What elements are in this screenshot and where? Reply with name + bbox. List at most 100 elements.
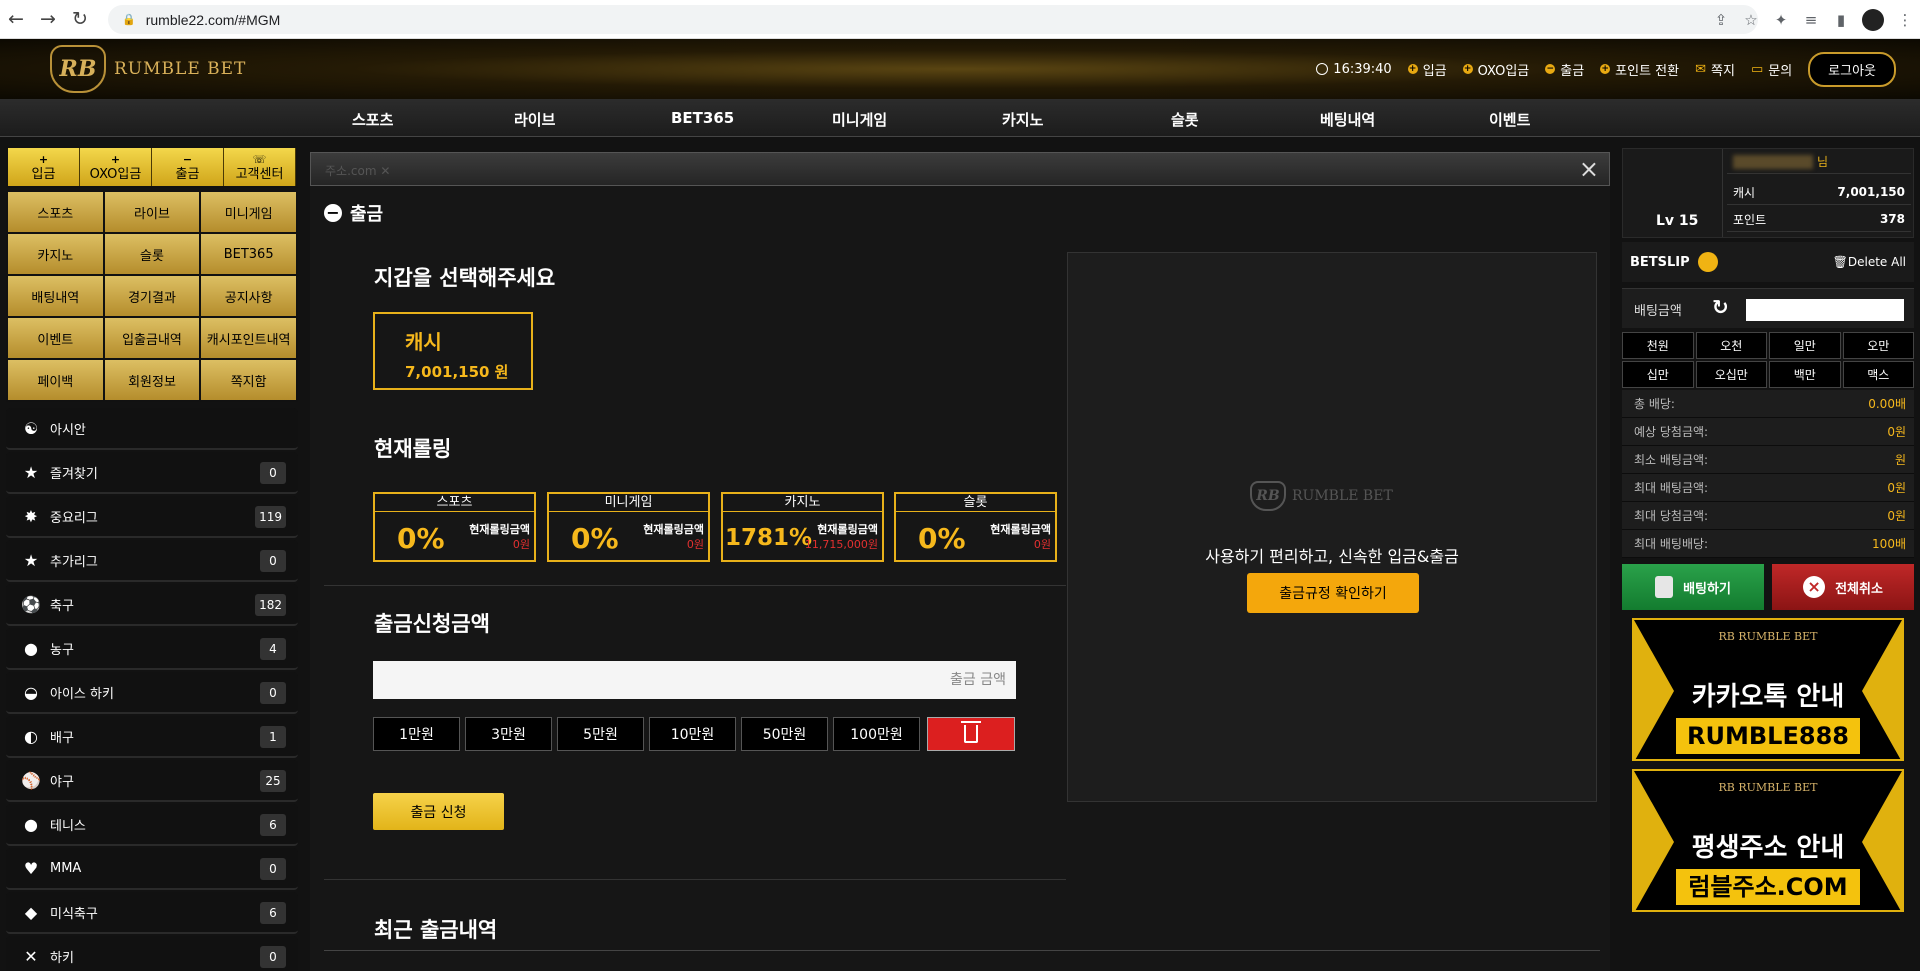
place-bet-label: 배팅하기: [1683, 581, 1731, 597]
withdraw-submit-button[interactable]: 출금 신청: [373, 793, 504, 830]
quick-amount-10k[interactable]: 1만원: [373, 717, 460, 751]
level-text: Lv 15: [1656, 213, 1699, 229]
sport-item[interactable]: ☯ 아시안: [6, 408, 298, 450]
menu-grid-item[interactable]: 페이백: [8, 360, 103, 400]
bet-chip[interactable]: 백만: [1769, 361, 1841, 388]
media-icon[interactable]: ≡: [1796, 11, 1826, 29]
nav-slot[interactable]: 슬롯: [1171, 109, 1199, 130]
header-link-point-convert[interactable]: + 포인트 전환: [1600, 60, 1679, 79]
forward-icon[interactable]: →: [32, 0, 64, 39]
logo-badge: RB: [1250, 481, 1286, 511]
menu-grid-item[interactable]: BET365: [201, 234, 296, 274]
place-bet-button[interactable]: 배팅하기: [1622, 564, 1764, 610]
menu-grid-item[interactable]: 슬롯: [104, 234, 200, 274]
nav-event[interactable]: 이벤트: [1489, 109, 1530, 130]
header-link-withdraw[interactable]: − 출금: [1545, 60, 1584, 79]
menu-grid-item[interactable]: 회원정보: [104, 360, 200, 400]
menu-grid-item[interactable]: 공지사항: [201, 276, 296, 316]
profile-avatar[interactable]: [1862, 8, 1884, 31]
menu-kebab-icon[interactable]: ⋮: [1890, 11, 1920, 29]
sport-name: 배구: [50, 730, 74, 746]
extensions-icon[interactable]: ✦: [1766, 11, 1796, 29]
header-link-oxo-deposit[interactable]: + OXO입금: [1462, 60, 1529, 79]
sport-icon: ⚽: [21, 594, 41, 614]
sport-icon: ●: [24, 814, 38, 834]
quick-amount-30k[interactable]: 3만원: [465, 717, 552, 751]
nav-bet-history[interactable]: 베팅내역: [1320, 109, 1375, 130]
header-link-deposit[interactable]: + 입금: [1407, 60, 1447, 79]
bet-amount-input[interactable]: [1746, 299, 1904, 321]
site-logo[interactable]: RB RUMBLE BET: [50, 45, 246, 93]
bet-chip[interactable]: 오천: [1695, 332, 1767, 359]
nav-sports[interactable]: 스포츠: [352, 109, 393, 130]
sport-item[interactable]: ● 농구 4: [6, 628, 298, 670]
wallet-card-cash[interactable]: 캐시 7,001,150 원: [373, 312, 533, 390]
header-link-inquiry[interactable]: ▭ 문의: [1751, 60, 1792, 79]
close-icon[interactable]: ×: [1579, 155, 1599, 183]
nav-bet365[interactable]: BET365: [671, 109, 734, 127]
menu-grid-item[interactable]: 배팅내역: [8, 276, 103, 316]
url-text: rumble22.com/#MGM: [145, 11, 281, 28]
menu-grid-item[interactable]: 스포츠: [8, 192, 103, 232]
sport-name: 아시안: [50, 422, 86, 438]
menu-grid-item[interactable]: 입출금내역: [104, 318, 200, 358]
back-icon[interactable]: ←: [0, 0, 32, 39]
clear-amount-button[interactable]: [927, 717, 1015, 751]
sidepanel-icon[interactable]: ▮: [1826, 11, 1856, 29]
sport-item[interactable]: ✸ 중요리그 119: [6, 496, 298, 538]
sport-item[interactable]: ♥ MMA 0: [6, 848, 298, 890]
sport-count: 6: [260, 814, 286, 836]
stat-value: 0원: [1887, 509, 1906, 523]
quick-support-button[interactable]: ☏ 고객센터: [224, 148, 296, 186]
sport-item[interactable]: ★ 추가리그 0: [6, 540, 298, 582]
header-link-message[interactable]: ✉ 쪽지: [1695, 60, 1735, 79]
bet-chip[interactable]: 천원: [1622, 332, 1694, 359]
logo-text: RUMBLE BET: [114, 59, 247, 79]
quick-amount-100k[interactable]: 10만원: [649, 717, 736, 751]
quick-deposit-button[interactable]: + 입금: [8, 148, 80, 186]
quick-amount-500k[interactable]: 50만원: [741, 717, 828, 751]
menu-grid-item[interactable]: 캐시포인트내역: [201, 318, 296, 358]
address-bar[interactable]: 🔒 rumble22.com/#MGM: [108, 5, 1758, 34]
sport-item[interactable]: ◐ 배구 1: [6, 716, 298, 758]
withdraw-rules-button[interactable]: 출금규정 확인하기: [1247, 573, 1419, 613]
sport-item[interactable]: ⚽ 축구 182: [6, 584, 298, 626]
bet-chip[interactable]: 오십만: [1695, 361, 1767, 388]
menu-grid-item[interactable]: 미니게임: [201, 192, 296, 232]
menu-grid-item[interactable]: 카지노: [8, 234, 103, 274]
cancel-all-button[interactable]: × 전체취소: [1772, 564, 1914, 610]
sport-item[interactable]: ★ 즐겨찾기 0: [6, 452, 298, 494]
sport-name: MMA: [50, 860, 82, 876]
nav-minigame[interactable]: 미니게임: [832, 109, 887, 130]
sport-item[interactable]: ● 테니스 6: [6, 804, 298, 846]
sport-item[interactable]: ⚾ 야구 25: [6, 760, 298, 802]
bet-chip[interactable]: 일만: [1769, 332, 1841, 359]
bet-chip[interactable]: 맥스: [1842, 361, 1914, 388]
quick-amount-1m[interactable]: 100만원: [833, 717, 920, 751]
refresh-icon[interactable]: ↻: [1712, 295, 1729, 319]
menu-grid-item[interactable]: 이벤트: [8, 318, 103, 358]
share-icon[interactable]: ⇪: [1706, 11, 1736, 29]
quick-withdraw-button[interactable]: − 출금: [152, 148, 224, 186]
sport-item[interactable]: ✕ 하키 0: [6, 936, 298, 971]
nav-live[interactable]: 라이브: [514, 109, 555, 130]
banner-kakaotalk[interactable]: RB RUMBLE BET 카카오톡 안내 RUMBLE888: [1632, 618, 1904, 761]
nav-casino[interactable]: 카지노: [1002, 109, 1043, 130]
reload-icon[interactable]: ↻: [64, 0, 96, 39]
sport-item[interactable]: ◆ 미식축구 6: [6, 892, 298, 934]
bet-chip[interactable]: 십만: [1622, 361, 1694, 388]
withdraw-amount-input[interactable]: 출금 금액: [373, 661, 1016, 699]
logout-button[interactable]: 로그아웃: [1808, 51, 1896, 87]
quick-oxo-deposit-button[interactable]: + OXO입금: [80, 148, 152, 186]
quick-amount-50k[interactable]: 5만원: [557, 717, 644, 751]
menu-grid-item[interactable]: 경기결과: [104, 276, 200, 316]
banner-address[interactable]: RB RUMBLE BET 평생주소 안내 럼블주소.COM: [1632, 769, 1904, 912]
menu-grid-item[interactable]: 쪽지함: [201, 360, 296, 400]
menu-grid-item[interactable]: 라이브: [104, 192, 200, 232]
left-sidebar: + 입금 + OXO입금 − 출금 ☏ 고객센터 스포츠 라이브 미니게임카지노 슬롯 BET3…: [6, 146, 298, 971]
bookmark-star-icon[interactable]: ☆: [1736, 11, 1766, 29]
delete-all-button[interactable]: 🗑Delete All: [1833, 255, 1906, 269]
bet-chip[interactable]: 오만: [1842, 332, 1914, 359]
sport-item[interactable]: ◒ 아이스 하키 0: [6, 672, 298, 714]
sport-icon: ◐: [24, 726, 38, 746]
